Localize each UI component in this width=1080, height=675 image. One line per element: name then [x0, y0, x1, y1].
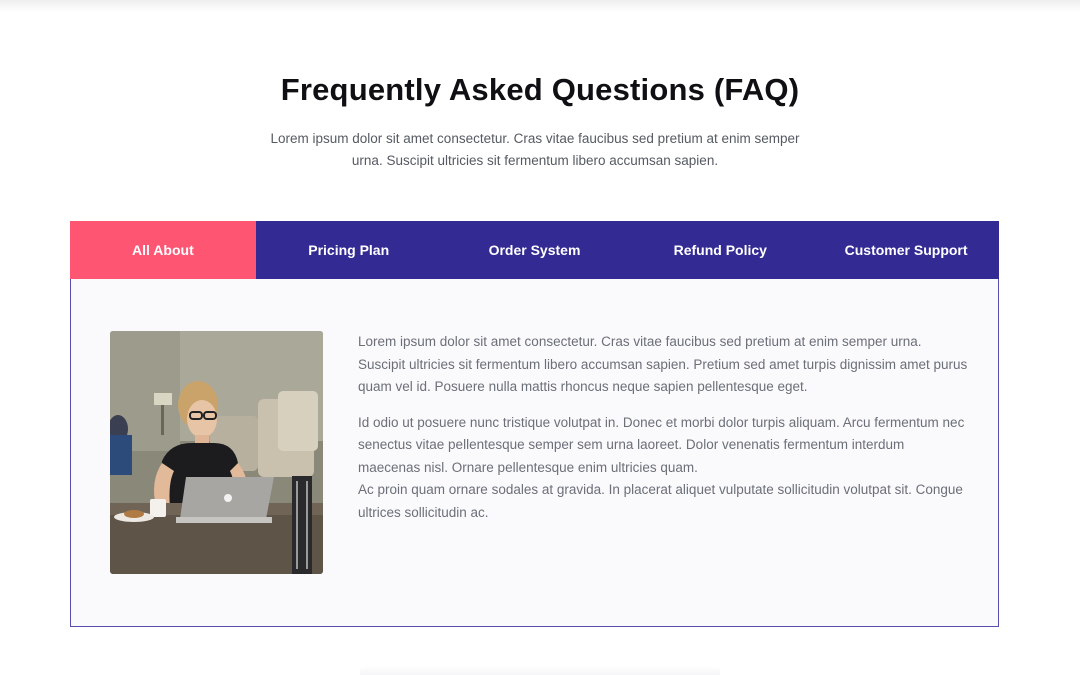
- faq-tab-panel: Lorem ipsum dolor sit amet consectetur. …: [70, 279, 999, 627]
- woman-with-laptop-photo: [110, 331, 323, 574]
- tab-pricing-plan[interactable]: Pricing Plan: [256, 221, 442, 279]
- next-section-edge: [360, 665, 720, 675]
- tab-customer-support[interactable]: Customer Support: [813, 221, 999, 279]
- tab-order-system[interactable]: Order System: [442, 221, 628, 279]
- tab-all-about[interactable]: All About: [70, 221, 256, 279]
- top-nav-strip: [0, 0, 1080, 12]
- page-title: Frequently Asked Questions (FAQ): [280, 72, 800, 107]
- page-subtitle: Lorem ipsum dolor sit amet consectetur. …: [270, 131, 800, 168]
- faq-answer-text: Lorem ipsum dolor sit amet consectetur. …: [358, 331, 968, 537]
- faq-tab-bar: All About Pricing Plan Order System Refu…: [70, 221, 999, 279]
- answer-paragraph: Id odio ut posuere nunc tristique volutp…: [358, 414, 965, 475]
- answer-paragraph: Ac proin quam ornare sodales at gravida.…: [358, 482, 963, 520]
- tab-refund-policy[interactable]: Refund Policy: [627, 221, 813, 279]
- answer-paragraph: Lorem ipsum dolor sit amet consectetur. …: [358, 334, 968, 394]
